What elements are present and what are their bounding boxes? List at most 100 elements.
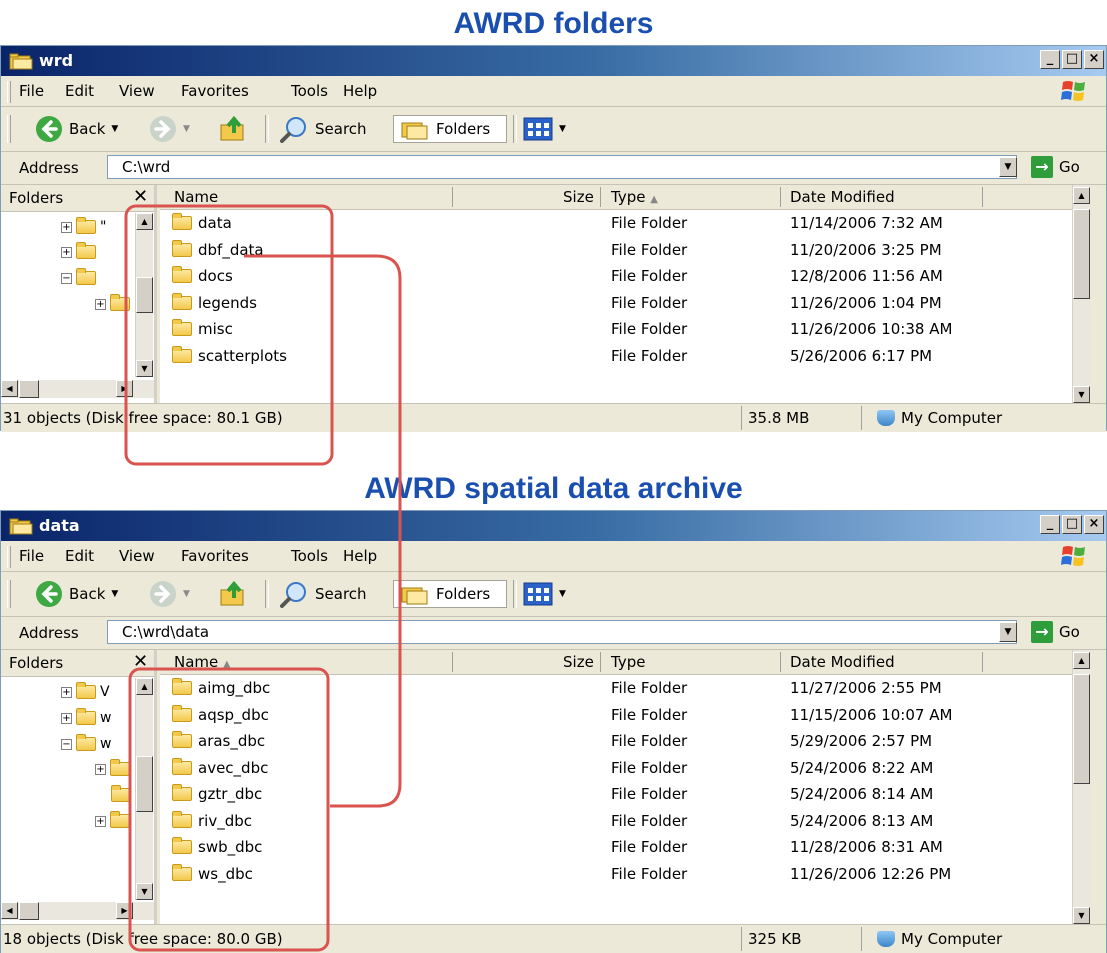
minimize-button[interactable]: _: [1040, 50, 1060, 69]
address-path: C:\wrd\data: [122, 623, 210, 641]
column-size[interactable]: Size: [563, 653, 594, 671]
item-type: File Folder: [611, 679, 688, 697]
close-pane-icon[interactable]: ✕: [133, 186, 148, 207]
list-item[interactable]: riv_dbc File Folder 5/24/2006 8:13 AM: [160, 808, 1090, 834]
column-type[interactable]: Type: [611, 653, 645, 671]
close-pane-icon[interactable]: ✕: [133, 651, 148, 672]
tree-node[interactable]: + w: [61, 708, 111, 726]
menu-file[interactable]: File: [19, 547, 44, 565]
title-bar[interactable]: data _ □ ×: [1, 511, 1106, 541]
search-label: Search: [315, 120, 367, 138]
folders-horizontal-scrollbar[interactable]: ◀ ▶: [1, 380, 154, 398]
folders-horizontal-scrollbar[interactable]: ◀ ▶: [1, 902, 154, 920]
folders-vertical-scrollbar[interactable]: ▲ ▼: [135, 213, 153, 377]
tree-node[interactable]: − w: [61, 734, 111, 752]
folders-button[interactable]: Folders: [393, 580, 507, 608]
close-button[interactable]: ×: [1084, 515, 1104, 534]
menu-file[interactable]: File: [19, 82, 44, 100]
item-type: File Folder: [611, 240, 688, 259]
menu-tools[interactable]: Tools: [291, 547, 328, 565]
folder-icon: [172, 704, 192, 722]
list-item[interactable]: avec_dbc File Folder 5/24/2006 8:22 AM: [160, 755, 1090, 781]
list-item[interactable]: misc File Folder 11/26/2006 10:38 AM: [160, 316, 1090, 342]
column-name[interactable]: Name: [174, 188, 218, 206]
back-button[interactable]: Back ▼: [35, 115, 118, 143]
go-arrow-icon: →: [1031, 621, 1053, 643]
folder-icon: [172, 810, 192, 828]
address-input[interactable]: C:\wrd\data ▼: [107, 620, 1017, 644]
menu-edit[interactable]: Edit: [65, 82, 94, 100]
tree-node[interactable]: + ": [61, 217, 106, 235]
list-item[interactable]: legends File Folder 11/26/2006 1:04 PM: [160, 290, 1090, 316]
menu-favorites[interactable]: Favorites: [181, 82, 249, 100]
tree-node[interactable]: −: [61, 268, 96, 285]
maximize-button[interactable]: □: [1062, 50, 1082, 69]
item-type: File Folder: [611, 758, 688, 777]
menu-view[interactable]: View: [119, 547, 155, 565]
windows-logo-icon: [1061, 81, 1085, 101]
menu-tools[interactable]: Tools: [291, 82, 328, 100]
menu-edit[interactable]: Edit: [65, 547, 94, 565]
go-button[interactable]: → Go: [1031, 621, 1080, 643]
search-button[interactable]: Search: [279, 580, 367, 608]
up-folder-button[interactable]: [219, 580, 249, 608]
search-button[interactable]: Search: [279, 115, 367, 143]
address-dropdown-button[interactable]: ▼: [999, 622, 1017, 642]
back-label: Back: [69, 120, 106, 138]
minimize-button[interactable]: _: [1040, 515, 1060, 534]
list-item[interactable]: aras_dbc File Folder 5/29/2006 2:57 PM: [160, 728, 1090, 754]
folders-button[interactable]: Folders: [393, 115, 507, 143]
list-item[interactable]: data File Folder 11/14/2006 7:32 AM: [160, 210, 1090, 236]
folders-icon: [401, 587, 428, 605]
list-item[interactable]: ws_dbc File Folder 11/26/2006 12:26 PM: [160, 861, 1090, 887]
status-object-count: 31 objects (Disk free space: 80.1 GB): [3, 409, 283, 427]
views-button[interactable]: ▼: [523, 115, 566, 143]
list-vertical-scrollbar[interactable]: ▲ ▼: [1072, 650, 1090, 924]
column-date-modified[interactable]: Date Modified: [790, 653, 895, 671]
column-date-modified[interactable]: Date Modified: [790, 188, 895, 206]
address-dropdown-button[interactable]: ▼: [999, 157, 1017, 177]
maximize-button[interactable]: □: [1062, 515, 1082, 534]
tree-node[interactable]: +: [95, 294, 130, 311]
item-date: 11/26/2006 1:04 PM: [790, 293, 942, 312]
list-item[interactable]: scatterplots File Folder 5/26/2006 6:17 PM: [160, 343, 1090, 369]
address-input[interactable]: C:\wrd ▼: [107, 155, 1017, 179]
menu-favorites[interactable]: Favorites: [181, 547, 249, 565]
tree-node[interactable]: +: [95, 811, 130, 828]
folders-pane: Folders ✕ + " + − + ▲ ▼ ◀ ▶: [1, 185, 157, 403]
standard-toolbar: Back ▼ ▼ Search Folders ▼: [1, 107, 1106, 152]
tree-node[interactable]: +: [95, 759, 130, 776]
item-name: gztr_dbc: [198, 785, 263, 803]
list-item[interactable]: dbf_data File Folder 11/20/2006 3:25 PM: [160, 237, 1090, 263]
up-folder-button[interactable]: [219, 115, 249, 143]
tree-node[interactable]: +: [61, 242, 96, 259]
list-item[interactable]: docs File Folder 12/8/2006 11:56 AM: [160, 263, 1090, 289]
forward-button[interactable]: ▼: [149, 115, 190, 143]
list-item[interactable]: gztr_dbc File Folder 5/24/2006 8:14 AM: [160, 781, 1090, 807]
folders-vertical-scrollbar[interactable]: ▲ ▼: [135, 678, 153, 900]
list-item[interactable]: aqsp_dbc File Folder 11/15/2006 10:07 AM: [160, 702, 1090, 728]
list-vertical-scrollbar[interactable]: ▲ ▼: [1072, 185, 1090, 403]
status-bar: 18 objects (Disk free space: 80.0 GB) 32…: [1, 924, 1106, 953]
views-icon: [523, 582, 553, 606]
column-name[interactable]: Name ▲: [174, 653, 231, 671]
views-button[interactable]: ▼: [523, 580, 566, 608]
menu-help[interactable]: Help: [343, 547, 377, 565]
tree-node[interactable]: + V: [61, 682, 110, 700]
tree-node[interactable]: [111, 785, 131, 802]
go-button[interactable]: → Go: [1031, 156, 1080, 178]
status-size: 325 KB: [748, 930, 802, 948]
list-item[interactable]: aimg_dbc File Folder 11/27/2006 2:55 PM: [160, 675, 1090, 701]
forward-button[interactable]: ▼: [149, 580, 190, 608]
menu-help[interactable]: Help: [343, 82, 377, 100]
back-button[interactable]: Back ▼: [35, 580, 118, 608]
item-name: data: [198, 214, 232, 232]
menu-view[interactable]: View: [119, 82, 155, 100]
list-item[interactable]: swb_dbc File Folder 11/28/2006 8:31 AM: [160, 834, 1090, 860]
close-button[interactable]: ×: [1084, 50, 1104, 69]
column-type[interactable]: Type ▲: [611, 188, 658, 206]
title-bar[interactable]: wrd _ □ ×: [1, 46, 1106, 76]
column-size[interactable]: Size: [563, 188, 594, 206]
item-type: File Folder: [611, 864, 688, 883]
item-type: File Folder: [611, 732, 688, 750]
